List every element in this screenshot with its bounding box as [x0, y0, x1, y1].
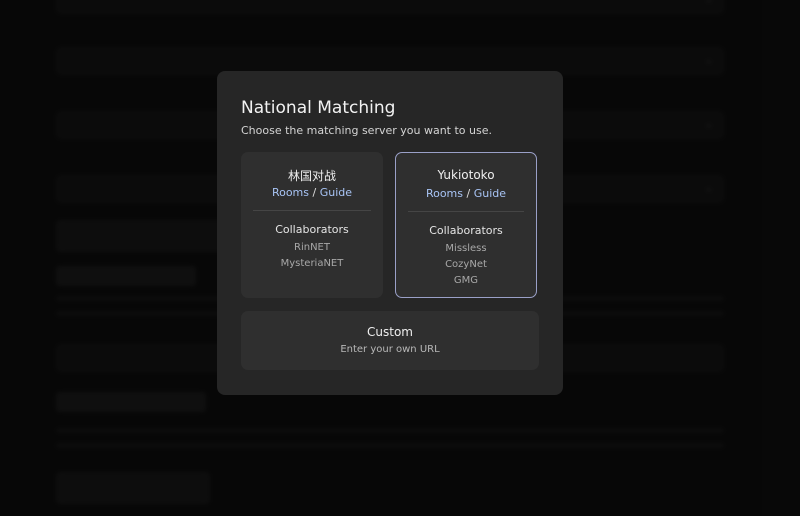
collaborator-item: GMG: [453, 275, 479, 286]
custom-server-option[interactable]: Custom Enter your own URL: [241, 311, 539, 370]
card-divider: [408, 211, 524, 212]
guide-link[interactable]: Guide: [474, 187, 506, 200]
custom-title: Custom: [367, 325, 413, 339]
custom-subtitle: Enter your own URL: [340, 344, 440, 355]
server-option-card-selected[interactable]: Yukiotoko Rooms / Guide Collaborators Mi…: [395, 152, 537, 298]
rooms-link[interactable]: Rooms: [272, 186, 309, 199]
server-links: Rooms / Guide: [241, 186, 383, 199]
collaborator-item: MysteriaNET: [280, 258, 344, 269]
dialog-title: National Matching: [241, 98, 396, 118]
server-links: Rooms / Guide: [396, 187, 536, 200]
collaborator-item: CozyNet: [445, 259, 487, 270]
collaborators-list: RinNET MysteriaNET: [241, 240, 383, 272]
collaborators-list: Missless CozyNet GMG: [396, 241, 536, 289]
server-option-card[interactable]: 林国对战 Rooms / Guide Collaborators RinNET …: [241, 152, 383, 298]
collaborator-item: RinNET: [294, 242, 330, 253]
link-separator: /: [309, 186, 320, 199]
dialog-subtitle: Choose the matching server you want to u…: [241, 124, 493, 137]
collaborators-heading: Collaborators: [429, 224, 503, 237]
collaborators-heading: Collaborators: [275, 223, 349, 236]
collaborator-item: Missless: [445, 243, 487, 254]
card-divider: [253, 210, 371, 211]
rooms-link[interactable]: Rooms: [426, 187, 463, 200]
server-name: Yukiotoko: [437, 168, 495, 182]
national-matching-dialog: National Matching Choose the matching se…: [217, 71, 563, 395]
guide-link[interactable]: Guide: [320, 186, 352, 199]
link-separator: /: [463, 187, 474, 200]
server-name: 林国对战: [287, 169, 336, 183]
